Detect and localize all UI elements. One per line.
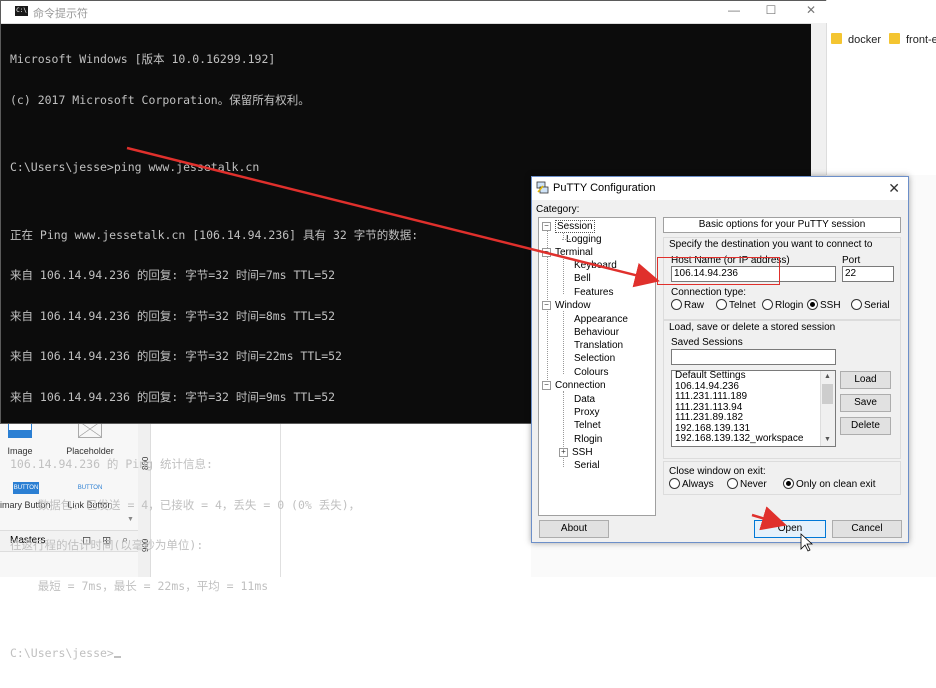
- annotation-arrow: [126, 146, 660, 288]
- mouse-cursor-icon: [800, 533, 814, 552]
- annotation-overlay: [126, 146, 814, 552]
- text-cursor: [113, 656, 121, 658]
- cmd-prompt: C:\Users\jesse>: [10, 646, 114, 660]
- annotation-arrow: [751, 506, 787, 531]
- cmd-line: 最短 = 7ms，最长 = 22ms，平均 = 11ms: [10, 578, 269, 593]
- cmd-prompt-line: C:\Users\jesse>: [10, 646, 825, 661]
